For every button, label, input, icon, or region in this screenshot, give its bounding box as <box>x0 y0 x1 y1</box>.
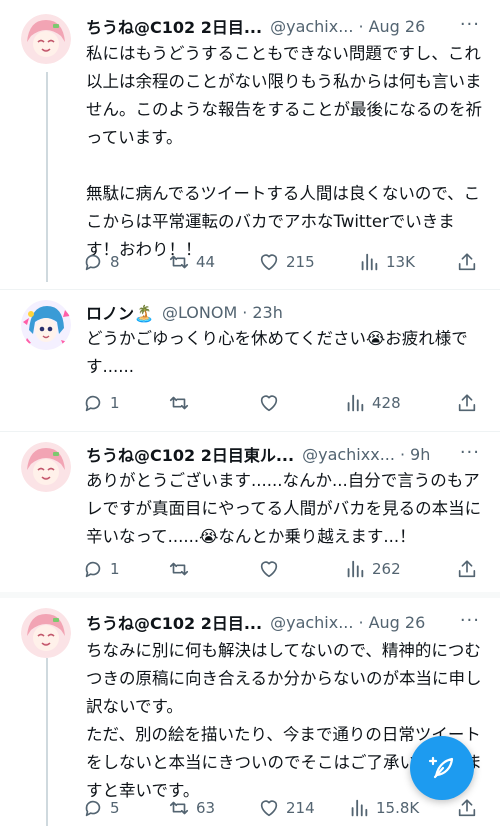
retweet-count: 44 <box>196 253 216 271</box>
share-icon <box>458 560 476 578</box>
user-handle[interactable]: @LONOM <box>162 303 237 322</box>
view-count: 13K <box>386 253 415 271</box>
more-options-icon[interactable]: ··· <box>460 14 480 35</box>
share-button[interactable] <box>456 391 478 415</box>
views-icon <box>347 560 364 578</box>
share-icon <box>458 253 476 271</box>
like-count: 215 <box>286 253 315 271</box>
tweet-text: どうかごゆっくり心を休めてください😭お疲れ様です...... <box>86 329 468 376</box>
display-name[interactable]: ちうね@C102 2日目... <box>86 14 262 38</box>
retweet-icon <box>169 801 189 815</box>
reply-icon <box>85 800 101 817</box>
tweet-text: ありがとうございます......なんか...自分で言うのもアレですが真面目にやっ… <box>86 471 482 546</box>
timestamp[interactable]: Aug 26 <box>369 17 426 36</box>
tweet[interactable]: ちうね@C102 2日目東ル... @yachixx... · 9h ··· あ… <box>0 432 500 592</box>
reply-button[interactable]: 8 <box>82 250 120 274</box>
reply-count: 8 <box>110 253 120 271</box>
display-name[interactable]: ちうね@C102 2日目... <box>86 610 262 634</box>
reply-icon <box>85 395 101 412</box>
timestamp[interactable]: 23h <box>252 303 283 322</box>
reply-button[interactable]: 5 <box>82 796 120 820</box>
separator-dot: · <box>399 444 406 464</box>
tweet-actions: 5 63 214 15.8K <box>82 796 478 820</box>
retweet-button[interactable]: 44 <box>168 250 215 274</box>
share-button[interactable] <box>456 796 478 820</box>
compose-icon <box>428 756 454 779</box>
like-icon <box>260 395 278 412</box>
tweet-actions: 1 428 <box>82 391 478 415</box>
retweet-button[interactable]: 63 <box>168 796 215 820</box>
like-button[interactable] <box>258 557 286 581</box>
retweet-icon <box>169 562 189 576</box>
share-icon <box>458 394 476 412</box>
retweet-button[interactable] <box>168 557 196 581</box>
views-button[interactable]: 262 <box>344 557 401 581</box>
separator-dot: · <box>358 16 364 36</box>
avatar[interactable] <box>21 300 71 350</box>
views-button[interactable]: 13K <box>358 250 415 274</box>
display-name[interactable]: ちうね@C102 2日目東ル... <box>86 442 294 466</box>
view-count: 428 <box>372 394 401 412</box>
share-icon <box>458 799 476 817</box>
user-handle[interactable]: @yachix... <box>270 613 353 632</box>
share-button[interactable] <box>456 250 478 274</box>
tweet-actions: 1 262 <box>82 557 478 581</box>
reply-button[interactable]: 1 <box>82 391 120 415</box>
views-icon <box>351 799 368 817</box>
reply-icon <box>85 254 101 271</box>
timestamp[interactable]: Aug 26 <box>369 613 426 632</box>
tweet-actions: 8 44 215 13K <box>82 250 478 274</box>
like-count: 214 <box>286 799 315 817</box>
views-icon <box>361 253 378 271</box>
separator-dot: · <box>358 612 364 632</box>
reply-count: 5 <box>110 799 120 817</box>
more-options-icon[interactable]: ··· <box>460 442 480 463</box>
avatar[interactable] <box>21 608 71 658</box>
retweet-button[interactable] <box>168 391 196 415</box>
reply-count: 1 <box>110 560 120 578</box>
view-count: 15.8K <box>376 799 420 817</box>
separator-dot: · <box>242 302 248 322</box>
tweet[interactable]: ちうね@C102 2日目... @yachix... · Aug 26 ··· … <box>0 0 500 290</box>
timestamp[interactable]: 9h <box>410 445 430 464</box>
compose-button[interactable] <box>410 736 474 800</box>
more-options-icon[interactable]: ··· <box>460 610 480 631</box>
reply-icon <box>85 561 101 578</box>
like-icon <box>260 254 278 271</box>
display-name[interactable]: ロノン🏝️ <box>86 300 154 324</box>
retweet-icon <box>169 396 189 410</box>
avatar[interactable] <box>21 442 71 492</box>
views-icon <box>347 394 364 412</box>
like-button[interactable]: 214 <box>258 796 315 820</box>
retweet-icon <box>169 255 189 269</box>
avatar[interactable] <box>21 14 71 64</box>
retweet-count: 63 <box>196 799 216 817</box>
reply-count: 1 <box>110 394 120 412</box>
like-button[interactable]: 215 <box>258 250 315 274</box>
views-button[interactable]: 428 <box>344 391 401 415</box>
like-icon <box>260 800 278 817</box>
views-button[interactable]: 15.8K <box>348 796 419 820</box>
user-handle[interactable]: @yachixx... <box>302 445 395 464</box>
tweet[interactable]: ロノン🏝️ @LONOM · 23h どうかごゆっくり心を休めてください😭お疲れ… <box>0 290 500 430</box>
user-handle[interactable]: @yachix... <box>270 17 353 36</box>
like-button[interactable] <box>258 391 286 415</box>
reply-button[interactable]: 1 <box>82 557 120 581</box>
share-button[interactable] <box>456 557 478 581</box>
like-icon <box>260 561 278 578</box>
tweet-text: 私にはもうどうすることもできない問題ですし、これ以上は余程のことがない限りもう私… <box>86 44 482 259</box>
view-count: 262 <box>372 560 401 578</box>
